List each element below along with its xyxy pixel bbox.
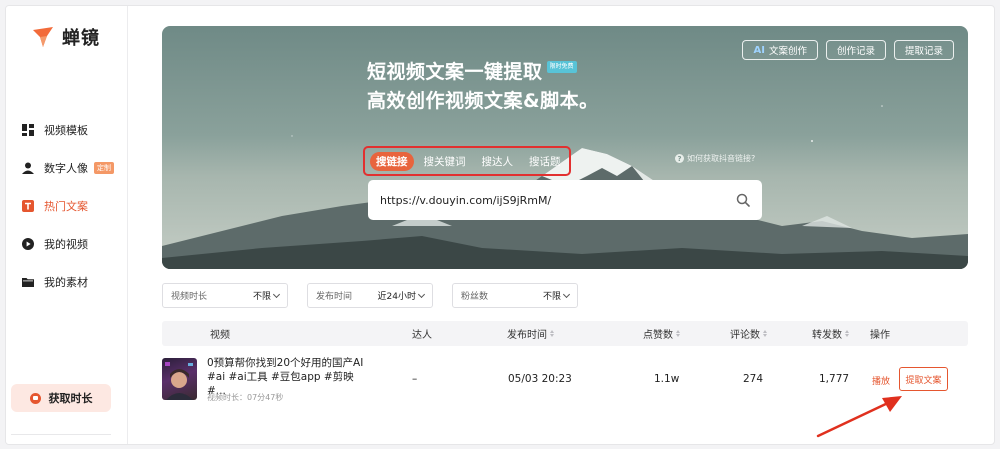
sidebar-item-label: 我的素材 <box>44 276 88 289</box>
sort-icon <box>763 330 767 337</box>
col-creator: 达人 <box>412 321 432 346</box>
filter-video-duration[interactable]: 视频时长 不限 <box>162 283 288 308</box>
col-actions: 操作 <box>870 321 890 346</box>
col-shares-label: 转发数 <box>812 330 842 341</box>
cicada-logo-icon <box>33 27 53 47</box>
col-shares[interactable]: 转发数 <box>812 321 849 346</box>
sidebar-item-digital-human[interactable]: 数字人像 定制 <box>6 149 128 187</box>
play-link[interactable]: 播放 <box>872 374 890 387</box>
hero-title-line1: 短视频文案一键提取 <box>367 61 543 83</box>
search-mode-tabs: 搜链接 搜关键词 搜达人 搜话题 <box>363 146 571 176</box>
play-icon <box>22 238 34 250</box>
filter-followers[interactable]: 粉丝数 不限 <box>452 283 578 308</box>
custom-badge: 定制 <box>94 162 114 174</box>
sidebar-divider <box>11 434 111 435</box>
douyin-link-help[interactable]: ? 如何获取抖音链接? <box>675 153 755 164</box>
comments-cell: 274 <box>743 373 764 385</box>
chevron-down-icon <box>417 290 426 298</box>
app-window: 蝉镜 视频模板 数字人像 定制 热门文案 我的视频 我的素材 获取时长 AI 文… <box>5 5 995 445</box>
annotation-arrow-icon <box>816 396 902 438</box>
filter-value: 近24小时 <box>377 292 416 302</box>
sidebar-nav: 视频模板 数字人像 定制 热门文案 我的视频 我的素材 <box>6 111 128 301</box>
sidebar-item-label: 数字人像 <box>44 162 88 175</box>
likes-cell: 1.1w <box>654 373 680 385</box>
grid-icon <box>22 124 34 136</box>
sidebar-item-label: 热门文案 <box>44 200 88 213</box>
brand-name: 蝉镜 <box>62 28 100 49</box>
col-video: 视频 <box>210 321 230 346</box>
search-box <box>368 180 762 220</box>
hero-title: 短视频文案一键提取 限时免费 高效创作视频文案&脚本。 <box>367 58 599 116</box>
ai-copywriting-button[interactable]: AI 文案创作 <box>742 40 818 60</box>
search-icon[interactable] <box>736 193 750 207</box>
hero-actions: AI 文案创作 创作记录 提取记录 <box>742 40 954 60</box>
folder-icon <box>22 278 34 287</box>
ai-copywriting-label: 文案创作 <box>768 46 807 57</box>
get-duration-button[interactable]: 获取时长 <box>11 384 111 412</box>
shares-cell: 1,777 <box>819 373 850 385</box>
extract-history-button[interactable]: 提取记录 <box>893 40 954 60</box>
table-header: 视频 达人 发布时间 点赞数 评论数 转发数 操作 <box>162 321 968 346</box>
free-badge: 限时免费 <box>546 61 577 73</box>
get-duration-label: 获取时长 <box>48 392 93 405</box>
extract-copy-button[interactable]: 提取文案 <box>899 367 948 391</box>
text-icon <box>22 200 34 212</box>
tab-search-keyword[interactable]: 搜关键词 <box>418 152 472 171</box>
publish-time-cell: 05/03 20:23 <box>508 373 572 385</box>
filter-value: 不限 <box>252 292 271 302</box>
tab-search-topic[interactable]: 搜话题 <box>523 152 567 171</box>
sidebar-item-my-videos[interactable]: 我的视频 <box>6 225 128 263</box>
video-duration: 视频时长：07分47秒 <box>207 393 284 402</box>
sidebar-item-video-templates[interactable]: 视频模板 <box>6 111 128 149</box>
clock-icon <box>29 392 41 404</box>
thumbnail-image <box>165 362 193 400</box>
filter-value: 不限 <box>542 292 561 302</box>
filter-label: 发布时间 <box>316 292 353 302</box>
filter-label: 视频时长 <box>171 292 208 302</box>
col-likes[interactable]: 点赞数 <box>643 321 680 346</box>
sidebar-item-hot-copy[interactable]: 热门文案 <box>6 187 128 225</box>
sidebar: 蝉镜 视频模板 数字人像 定制 热门文案 我的视频 我的素材 获取时长 <box>6 6 128 444</box>
question-icon: ? <box>675 154 684 163</box>
brand-logo[interactable]: 蝉镜 <box>30 24 100 50</box>
video-thumbnail[interactable] <box>162 358 197 400</box>
user-icon <box>22 162 34 174</box>
sidebar-item-my-materials[interactable]: 我的素材 <box>6 263 128 301</box>
ai-label: AI <box>753 44 765 56</box>
sidebar-item-label: 视频模板 <box>44 124 88 137</box>
hero-banner: AI 文案创作 创作记录 提取记录 短视频文案一键提取 限时免费 高效创作视频文案… <box>162 26 968 269</box>
hero-title-line2: 高效创作视频文案&脚本。 <box>367 90 599 112</box>
creation-history-button[interactable]: 创作记录 <box>825 40 886 60</box>
col-publish-time[interactable]: 发布时间 <box>507 321 554 346</box>
col-comments-label: 评论数 <box>730 330 760 341</box>
filter-publish-time[interactable]: 发布时间 近24小时 <box>307 283 433 308</box>
col-comments[interactable]: 评论数 <box>730 321 767 346</box>
col-actions-label: 操作 <box>870 330 890 341</box>
col-likes-label: 点赞数 <box>643 330 673 341</box>
help-text: 如何获取抖音链接? <box>687 154 756 163</box>
sidebar-item-label: 我的视频 <box>44 238 88 251</box>
col-creator-label: 达人 <box>412 330 432 341</box>
sort-icon <box>845 330 849 337</box>
creator-cell: – <box>412 373 418 385</box>
filter-label: 粉丝数 <box>461 292 489 302</box>
chevron-down-icon <box>272 290 281 298</box>
sort-icon <box>676 330 680 337</box>
tab-search-link[interactable]: 搜链接 <box>370 151 414 171</box>
col-publish-time-label: 发布时间 <box>507 330 547 341</box>
chevron-down-icon <box>562 290 571 298</box>
col-video-label: 视频 <box>210 330 230 341</box>
search-input[interactable] <box>380 193 736 207</box>
sort-icon <box>550 330 554 337</box>
tab-search-creator[interactable]: 搜达人 <box>476 152 520 171</box>
